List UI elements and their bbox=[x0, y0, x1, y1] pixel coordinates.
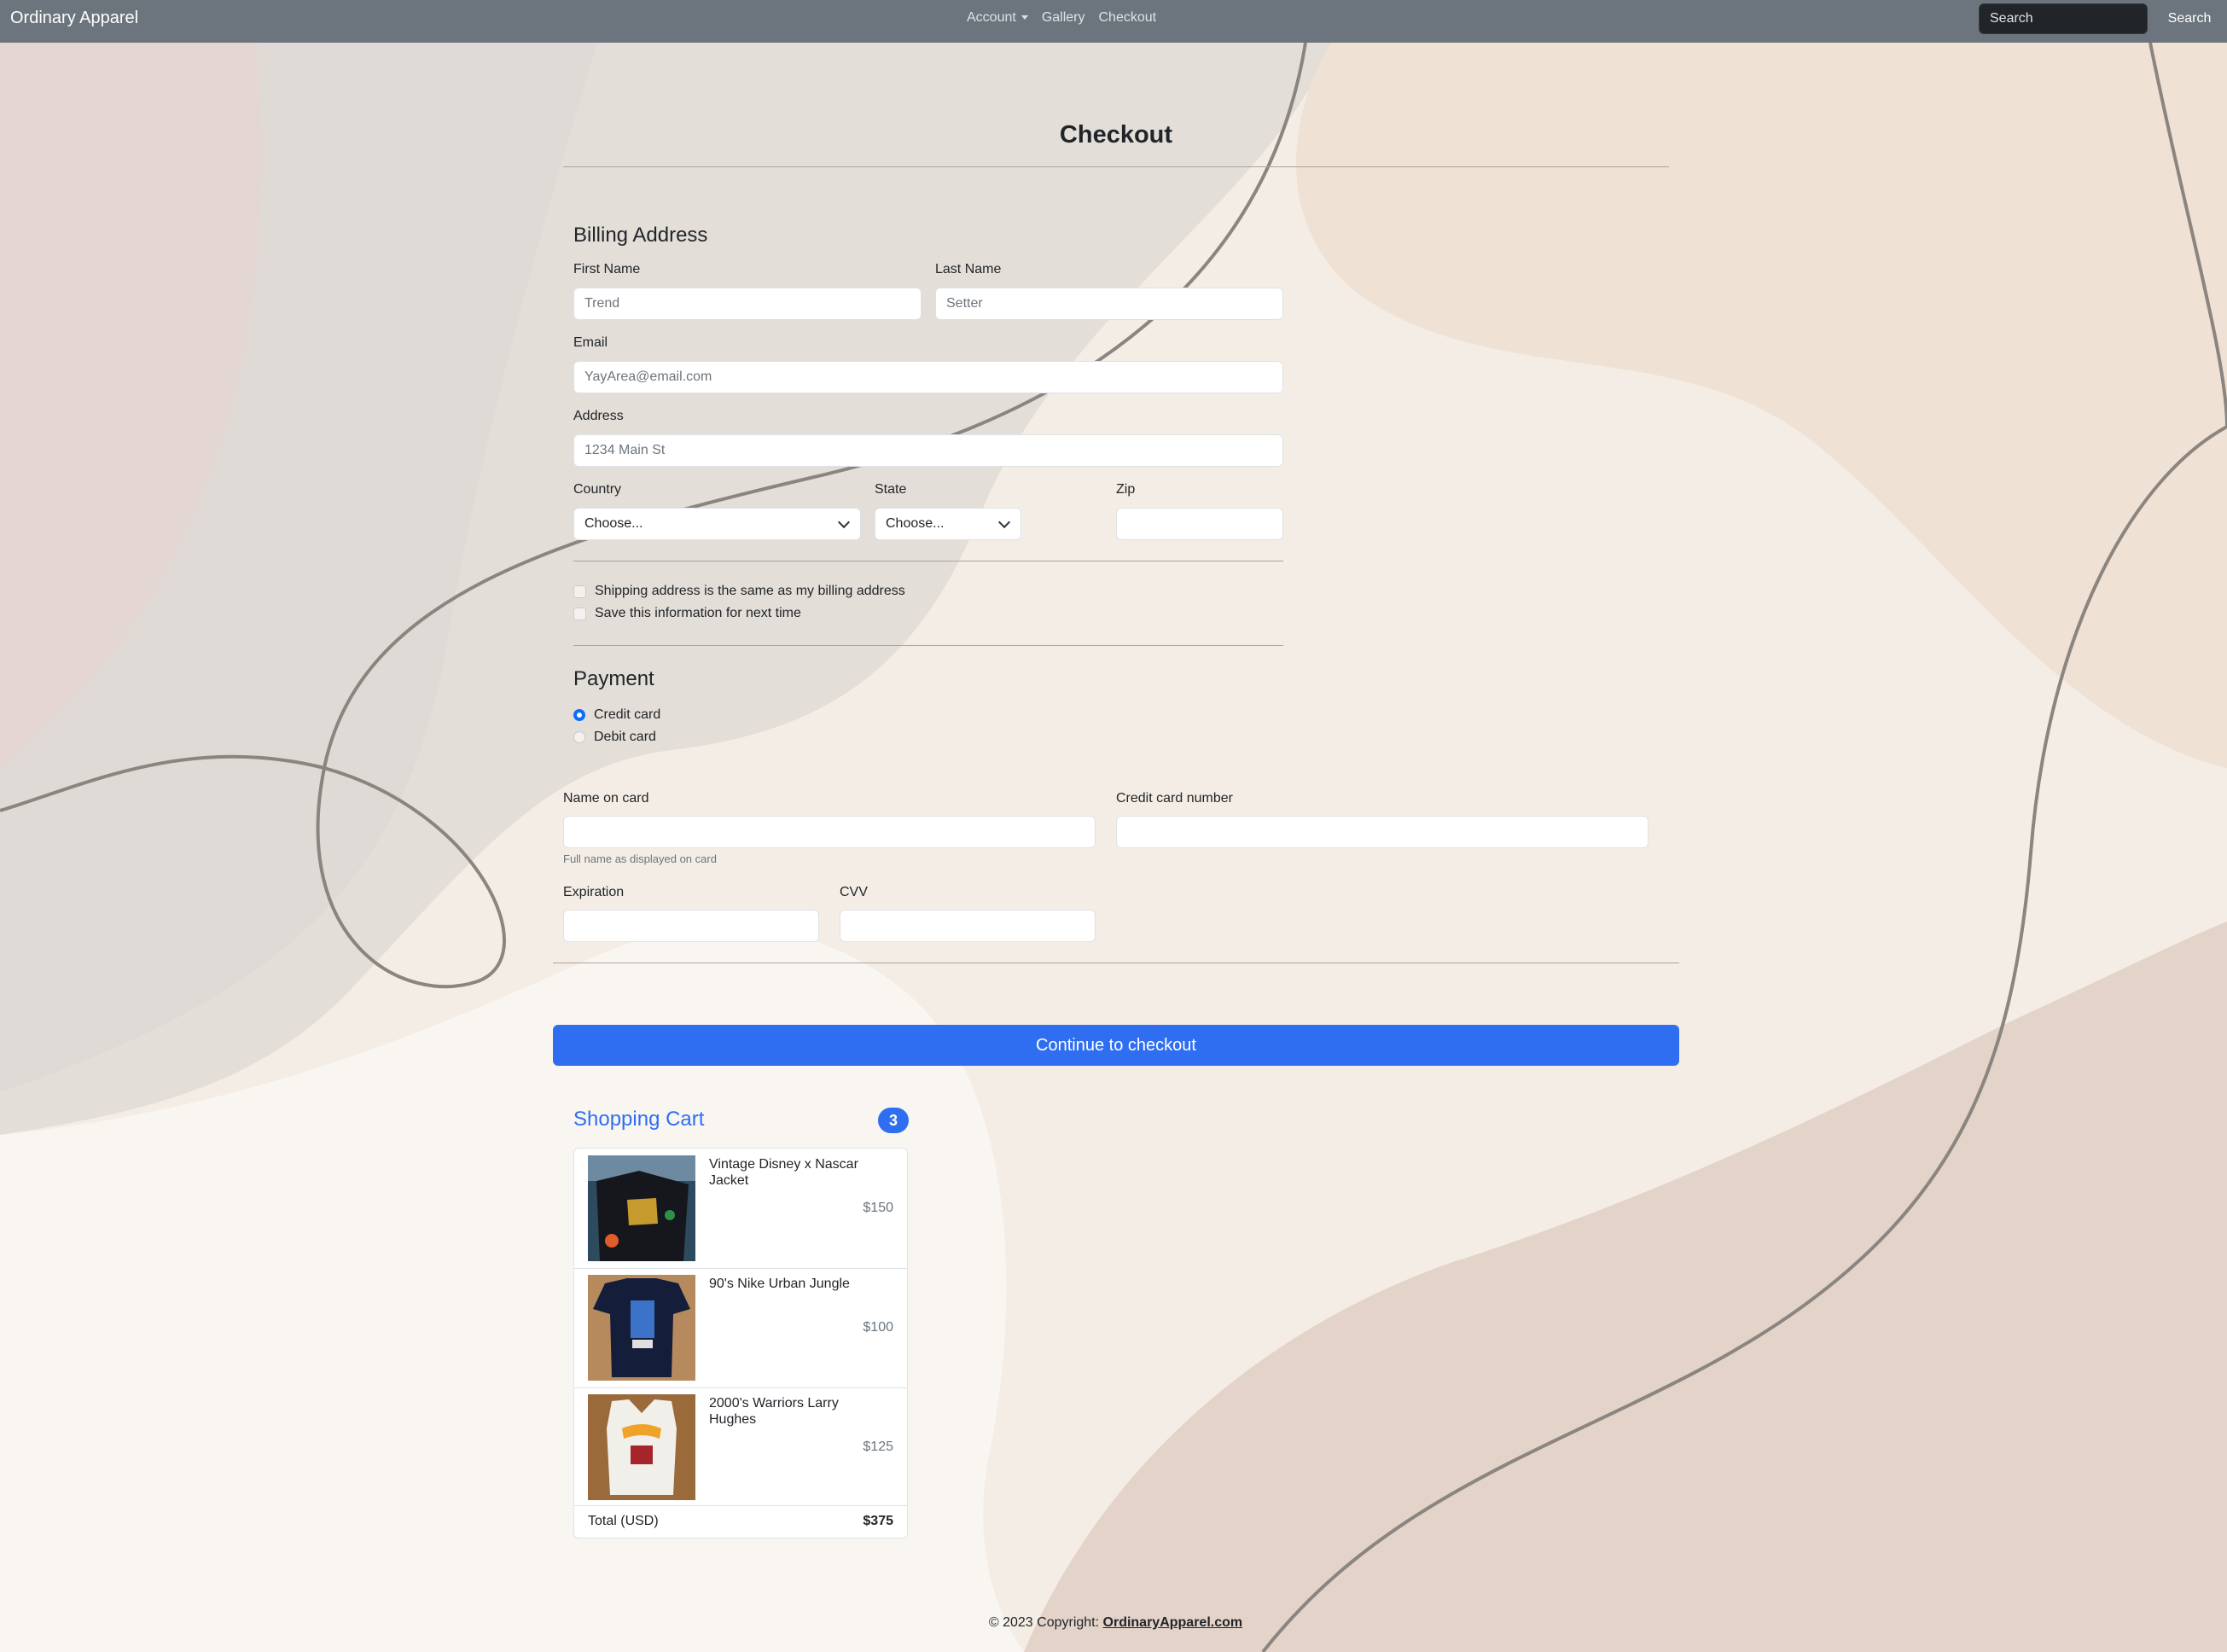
last-name-field[interactable] bbox=[935, 288, 1283, 320]
radio-unselected-icon bbox=[573, 731, 585, 743]
cart-item-price: $150 bbox=[863, 1201, 893, 1215]
checkbox-box bbox=[573, 585, 586, 598]
last-name-label: Last Name bbox=[935, 262, 1002, 276]
cart-item-price: $100 bbox=[863, 1320, 893, 1335]
state-label: State bbox=[875, 482, 907, 497]
zip-field[interactable] bbox=[1116, 508, 1283, 540]
billing-heading: Billing Address bbox=[573, 224, 708, 247]
chevron-down-icon bbox=[997, 515, 1011, 529]
title-divider bbox=[563, 166, 1669, 167]
nav-links: Account Gallery Checkout bbox=[967, 10, 1156, 26]
nav-link-account-label: Account bbox=[967, 10, 1016, 25]
search-input[interactable] bbox=[1979, 3, 2148, 34]
nav-link-checkout[interactable]: Checkout bbox=[1099, 10, 1157, 26]
cart-item: 2000's Warriors Larry Hughes $125 bbox=[574, 1387, 907, 1506]
brand-logo[interactable]: Ordinary Apparel bbox=[10, 9, 138, 28]
name-on-card-help: Full name as displayed on card bbox=[563, 852, 717, 865]
expiration-field[interactable] bbox=[563, 910, 819, 942]
nav-link-gallery[interactable]: Gallery bbox=[1042, 10, 1085, 26]
chevron-down-icon bbox=[837, 515, 851, 529]
expiration-label: Expiration bbox=[563, 885, 625, 899]
same-shipping-checkbox[interactable]: Shipping address is the same as my billi… bbox=[573, 584, 905, 599]
credit-card-radio[interactable]: Credit card bbox=[573, 707, 660, 723]
product-image-tshirt bbox=[588, 1275, 695, 1381]
payment-heading: Payment bbox=[573, 667, 654, 690]
save-info-label: Save this information for next time bbox=[595, 606, 801, 620]
decorative-background bbox=[0, 0, 2227, 1652]
debit-card-label: Debit card bbox=[594, 730, 656, 744]
cart-count-badge: 3 bbox=[878, 1108, 909, 1133]
cart-item-name: Vintage Disney x Nascar Jacket bbox=[709, 1157, 858, 1188]
zip-label: Zip bbox=[1116, 482, 1136, 497]
card-number-field[interactable] bbox=[1116, 816, 1648, 848]
product-image-jersey bbox=[588, 1394, 695, 1500]
footer: © 2023 Copyright: OrdinaryApparel.com bbox=[0, 1615, 2227, 1631]
country-label: Country bbox=[573, 482, 622, 497]
continue-checkout-button[interactable]: Continue to checkout bbox=[553, 1025, 1679, 1066]
name-on-card-label: Name on card bbox=[563, 791, 649, 806]
caret-down-icon bbox=[1020, 15, 1028, 20]
page-title: Checkout bbox=[1059, 121, 1173, 148]
cart-item: Vintage Disney x Nascar Jacket $150 bbox=[574, 1149, 907, 1269]
address-label: Address bbox=[573, 409, 624, 423]
cart-item-name: 90's Nike Urban Jungle bbox=[709, 1277, 850, 1291]
email-field[interactable] bbox=[573, 361, 1283, 393]
first-name-field[interactable] bbox=[573, 288, 922, 320]
state-select-value: Choose... bbox=[886, 516, 945, 531]
top-navbar: Ordinary Apparel Account Gallery Checkou… bbox=[0, 0, 2227, 43]
cvv-label: CVV bbox=[840, 885, 868, 899]
save-info-checkbox[interactable]: Save this information for next time bbox=[573, 606, 801, 621]
checkbox-box bbox=[573, 607, 586, 620]
debit-card-radio[interactable]: Debit card bbox=[573, 730, 656, 745]
payment-divider bbox=[573, 645, 1283, 646]
cart-title: Shopping Cart bbox=[573, 1108, 705, 1131]
state-select[interactable]: Choose... bbox=[875, 508, 1021, 540]
credit-card-label: Credit card bbox=[594, 707, 661, 722]
card-number-label: Credit card number bbox=[1116, 791, 1233, 806]
same-shipping-label: Shipping address is the same as my billi… bbox=[595, 584, 905, 598]
cart-list: Vintage Disney x Nascar Jacket $150 90's… bbox=[573, 1148, 908, 1539]
cart-item: 90's Nike Urban Jungle $100 bbox=[574, 1268, 907, 1388]
cart-total-value: $375 bbox=[863, 1514, 893, 1528]
search-button[interactable]: Search bbox=[2157, 7, 2222, 31]
product-image-jacket bbox=[588, 1155, 695, 1261]
name-on-card-field[interactable] bbox=[563, 816, 1096, 848]
footer-link[interactable]: OrdinaryApparel.com bbox=[1103, 1615, 1243, 1630]
footer-copyright: © 2023 Copyright: bbox=[988, 1615, 1100, 1630]
cart-total-label: Total (USD) bbox=[588, 1514, 659, 1528]
first-name-label: First Name bbox=[573, 262, 641, 276]
email-label: Email bbox=[573, 335, 608, 350]
country-select[interactable]: Choose... bbox=[573, 508, 861, 540]
nav-link-account[interactable]: Account bbox=[967, 10, 1028, 26]
address-field[interactable] bbox=[573, 434, 1283, 467]
cart-item-name: 2000's Warriors Larry Hughes bbox=[709, 1396, 839, 1427]
radio-selected-icon bbox=[573, 709, 585, 721]
cvv-field[interactable] bbox=[840, 910, 1096, 942]
country-select-value: Choose... bbox=[584, 516, 643, 531]
cart-item-price: $125 bbox=[863, 1440, 893, 1454]
